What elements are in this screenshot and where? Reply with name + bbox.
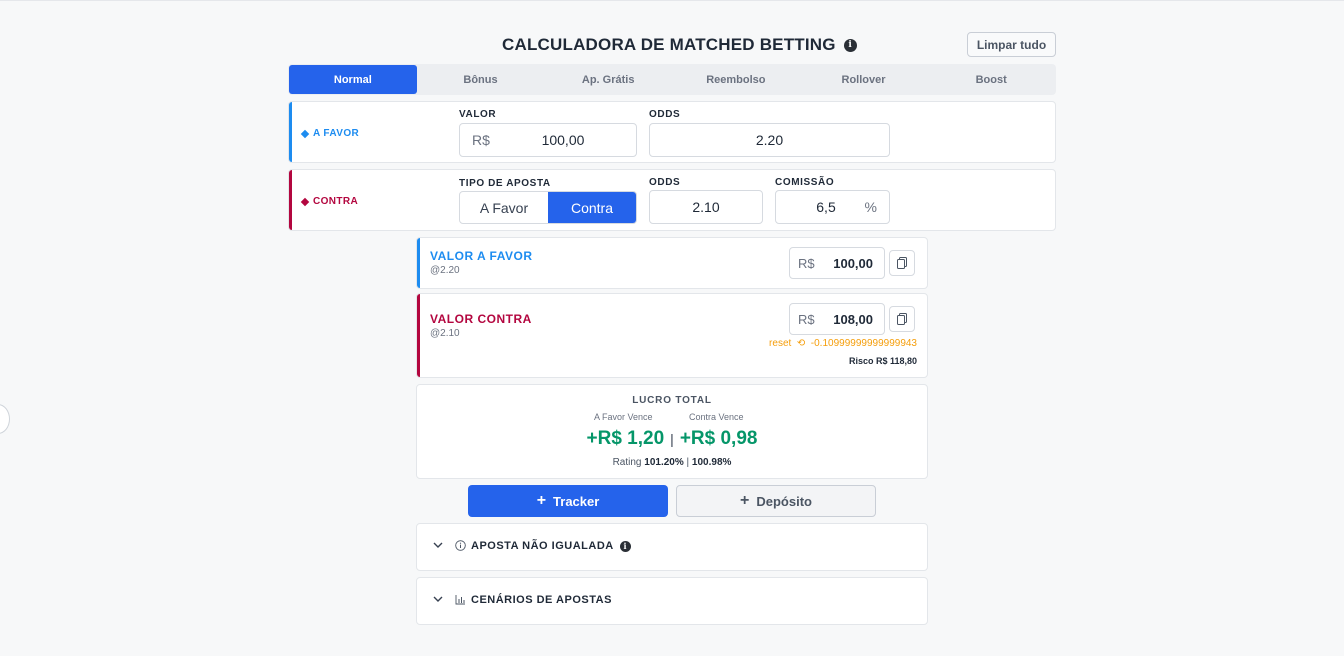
rating-separator: | — [686, 457, 690, 468]
bet-type-toggle: A Favor Contra — [459, 191, 637, 224]
info-icon[interactable]: i — [843, 38, 857, 52]
back-wins-label: A Favor Vence — [594, 412, 653, 422]
lay-accent-bar — [289, 170, 292, 230]
tab-bonus[interactable]: Bônus — [417, 65, 545, 94]
lay-stake-title: VALOR CONTRA — [430, 312, 532, 326]
lay-risk: Risco R$ 118,80 — [848, 356, 917, 366]
lay-stake-odds: @2.10 — [430, 328, 460, 339]
plus-icon: + — [740, 492, 750, 509]
commission-input[interactable]: 6,5 % — [775, 190, 890, 224]
bet-type-label: TIPO DE APOSTA — [459, 178, 551, 189]
back-stake-odds: @2.20 — [430, 265, 460, 276]
copy-icon — [897, 256, 907, 269]
bar-chart-icon — [455, 595, 465, 605]
back-odds-input[interactable]: 2.20 — [649, 123, 890, 157]
lay-wins-profit: +R$ 0,98 — [679, 428, 758, 449]
lay-odds-input[interactable]: 2.10 — [649, 190, 763, 224]
tab-free-bet[interactable]: Ap. Grátis — [544, 65, 672, 94]
bet-type-option-back[interactable]: A Favor — [460, 192, 548, 223]
header: CALCULADORA DE MATCHED BETTING i Limpar … — [288, 31, 1056, 59]
diamond-icon — [300, 197, 310, 206]
clear-all-button[interactable]: Limpar tudo — [967, 32, 1056, 57]
unmatched-bet-label: APOSTA NÃO IGUALADA i — [471, 540, 631, 552]
lay-label: CONTRA — [300, 196, 359, 207]
commission-value: 6,5 — [816, 199, 836, 215]
rating-back: 101.20% — [644, 457, 684, 468]
mode-tabs: Normal Bônus Ap. Grátis Reembolso Rollov… — [288, 64, 1056, 95]
bet-scenarios-label: CENÁRIOS DE APOSTAS — [471, 594, 612, 606]
stake-label: VALOR — [459, 109, 497, 120]
diamond-icon — [300, 129, 310, 138]
info-circle-icon — [455, 540, 466, 551]
commission-label: COMISSÃO — [775, 177, 835, 188]
rating-lay: 100.98% — [691, 457, 732, 468]
lay-label-text: CONTRA — [313, 196, 359, 207]
copy-icon — [897, 312, 907, 325]
currency-prefix: R$ — [798, 255, 815, 271]
lay-stake-result: VALOR CONTRA @2.10 R$ 108,00 reset ⟲ -0.… — [416, 293, 928, 378]
back-accent-bar — [289, 102, 292, 162]
back-accent-bar — [417, 238, 420, 288]
back-odds-label: ODDS — [649, 109, 681, 120]
reset-delta: -0.10999999999999943 — [810, 338, 917, 349]
back-label-text: A FAVOR — [313, 128, 360, 139]
page-title-text: CALCULADORA DE MATCHED BETTING — [502, 35, 836, 54]
tab-normal[interactable]: Normal — [289, 65, 417, 94]
back-odds-value: 2.20 — [755, 132, 784, 148]
profit-separator: | — [670, 431, 674, 447]
lay-bet-card: CONTRA TIPO DE APOSTA A Favor Contra ODD… — [288, 169, 1056, 231]
rating-line: Rating 101.20% | 100.98% — [417, 457, 927, 468]
unmatched-bet-accordion[interactable]: APOSTA NÃO IGUALADA i — [416, 523, 928, 571]
back-stake-result: VALOR A FAVOR @2.20 R$ 100,00 — [416, 237, 928, 289]
lay-stake-amount-value: 108,00 — [833, 311, 873, 327]
info-icon[interactable]: i — [619, 540, 631, 552]
back-label: A FAVOR — [300, 128, 360, 139]
bet-scenarios-accordion[interactable]: CENÁRIOS DE APOSTAS — [416, 577, 928, 625]
total-profit-panel: LUCRO TOTAL A Favor Vence Contra Vence +… — [416, 384, 928, 479]
profit-values: +R$ 1,20 | +R$ 0,98 — [417, 428, 927, 450]
bet-type-option-lay[interactable]: Contra — [548, 192, 636, 223]
lay-stake-amount[interactable]: R$ 108,00 — [789, 303, 885, 335]
total-profit-title: LUCRO TOTAL — [632, 395, 712, 406]
reset-label: reset — [769, 338, 792, 349]
page-title: CALCULADORA DE MATCHED BETTING i — [502, 35, 857, 55]
side-panel-handle[interactable] — [0, 404, 10, 434]
lay-odds-label: ODDS — [649, 177, 681, 188]
reset-link[interactable]: reset ⟲ -0.10999999999999943 — [769, 338, 917, 349]
tab-rollover[interactable]: Rollover — [800, 65, 928, 94]
add-deposit-button[interactable]: + Depósito — [676, 485, 876, 517]
back-stake-title: VALOR A FAVOR — [430, 249, 533, 263]
stake-value: 100,00 — [541, 132, 585, 148]
unmatched-bet-text: APOSTA NÃO IGUALADA — [471, 540, 614, 552]
add-tracker-button[interactable]: + Tracker — [468, 485, 668, 517]
lay-accent-bar — [417, 294, 420, 377]
percent-suffix: % — [864, 199, 877, 215]
deposit-label: Depósito — [756, 493, 812, 509]
plus-icon: + — [536, 492, 547, 509]
tab-refund[interactable]: Reembolso — [672, 65, 800, 94]
back-stake-amount: R$ 100,00 — [789, 247, 885, 279]
back-wins-profit: +R$ 1,20 — [586, 428, 665, 449]
tab-boost[interactable]: Boost — [927, 65, 1055, 94]
currency-prefix: R$ — [798, 311, 815, 327]
copy-lay-stake-button[interactable] — [889, 306, 915, 332]
lay-wins-label: Contra Vence — [689, 412, 744, 422]
chevron-down-icon — [433, 596, 443, 602]
back-stake-amount-value: 100,00 — [833, 255, 873, 271]
tracker-label: Tracker — [553, 493, 600, 509]
rating-label: Rating — [612, 457, 642, 468]
lay-odds-value: 2.10 — [692, 199, 720, 215]
reset-icon: ⟲ — [794, 338, 808, 349]
copy-back-stake-button[interactable] — [889, 250, 915, 276]
chevron-down-icon — [433, 542, 443, 548]
back-bet-card: A FAVOR VALOR R$ 100,00 ODDS 2.20 — [288, 101, 1056, 163]
stake-input[interactable]: R$ 100,00 — [459, 123, 637, 157]
bet-scenarios-text: CENÁRIOS DE APOSTAS — [471, 594, 612, 606]
